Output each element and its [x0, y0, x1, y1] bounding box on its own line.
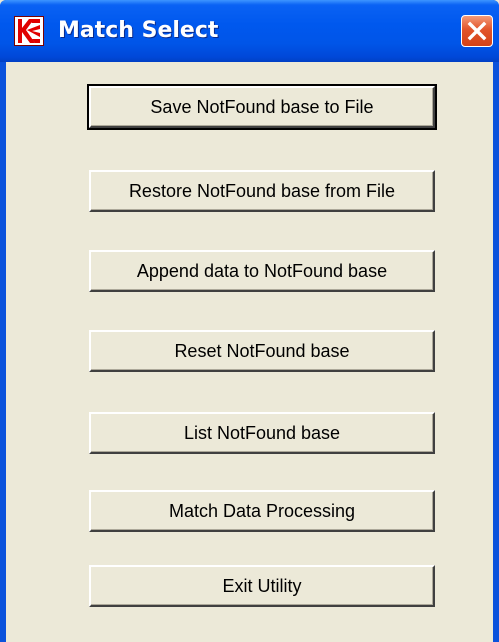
match-select-window: Match Select Save NotFound base to File …	[0, 0, 499, 642]
title-bar[interactable]: Match Select	[0, 0, 499, 62]
save-notfound-base-button[interactable]: Save NotFound base to File	[87, 84, 437, 130]
match-data-processing-button[interactable]: Match Data Processing	[89, 490, 435, 532]
restore-notfound-base-button[interactable]: Restore NotFound base from File	[89, 170, 435, 212]
list-notfound-base-button[interactable]: List NotFound base	[89, 412, 435, 454]
close-button[interactable]	[461, 15, 493, 47]
close-icon	[467, 21, 487, 41]
dialog-client-area: Save NotFound base to File Restore NotFo…	[6, 62, 493, 642]
reset-notfound-base-button[interactable]: Reset NotFound base	[89, 330, 435, 372]
window-title: Match Select	[58, 18, 219, 43]
exit-utility-button[interactable]: Exit Utility	[89, 565, 435, 607]
append-data-button[interactable]: Append data to NotFound base	[89, 250, 435, 292]
kinetic-logo-icon[interactable]	[14, 16, 44, 46]
